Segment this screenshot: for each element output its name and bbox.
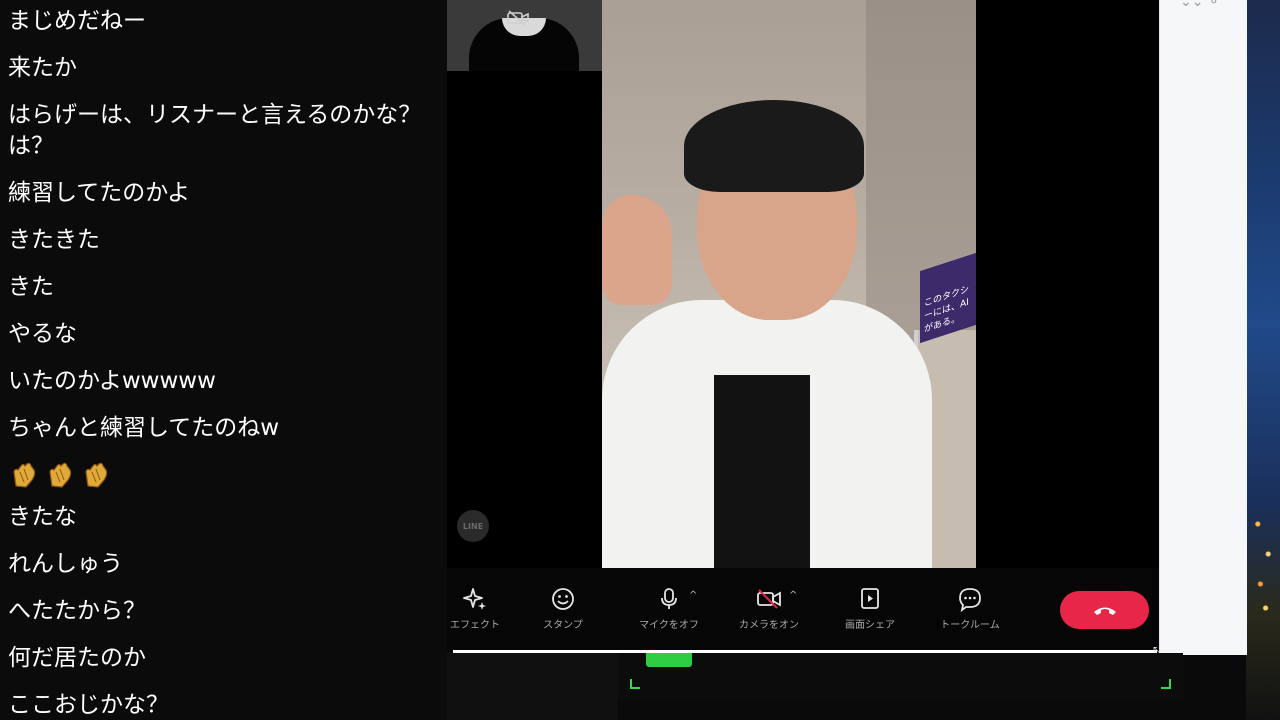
chat-message: いたのかよwwwww (8, 368, 216, 394)
camera-off-icon (757, 589, 781, 609)
camera-button[interactable]: ^ カメラをオン (729, 586, 809, 631)
chat-message: ここおじかな？ (8, 692, 169, 718)
person-shirt (714, 375, 810, 568)
screen-share-icon (861, 588, 879, 609)
stamp-label: スタンプ (543, 620, 583, 631)
self-preview[interactable] (447, 0, 605, 71)
camera-off-icon (507, 10, 529, 26)
person-hair (684, 100, 864, 192)
chat-panel: まじめだねー 来たか はらげーは、リスナーと言えるのかな？ は？ 練習してたのか… (0, 0, 447, 720)
chat-message: へたたから？ (8, 598, 146, 624)
stream-overlay-banner (618, 653, 1183, 700)
chat-message: 何だ居たのか (8, 645, 146, 671)
chat-message: きた (8, 274, 54, 300)
chat-message: きたな (8, 504, 77, 530)
remote-video: このタクシーには、AIがある。 (602, 0, 976, 568)
city-lights (1250, 500, 1276, 620)
chat-message: はらげーは、リスナーと言えるのかな？ は？ (8, 102, 422, 159)
frame-corner (1161, 679, 1171, 689)
clapping-hands-icon (82, 460, 112, 490)
chat-message: ちゃんと練習してたのねw (8, 415, 280, 441)
side-panel: ⌄⌄ ⚬ (1159, 0, 1247, 655)
screen-share-button[interactable]: 画面シェア (830, 586, 910, 631)
window-controls[interactable]: ⌄⌄ ⚬ (1180, 0, 1220, 10)
chat-message: まじめだねー (8, 8, 146, 34)
mic-label: マイクをオフ (639, 620, 699, 631)
smiley-icon (552, 588, 574, 610)
person-hand (602, 195, 672, 305)
chat-message: 来たか (8, 55, 77, 81)
background-strip (447, 653, 618, 720)
call-toolbar: エフェクト スタンプ ^ マイクをオフ ^ カメラをオン 画面シェア トークルー… (447, 568, 1159, 652)
talk-room-label: トークルーム (940, 620, 1000, 631)
clapping-hands-icon (10, 460, 40, 490)
talk-room-button[interactable]: トークルーム (930, 586, 1010, 631)
video-call-window: LINE このタクシーには、AIがある。 (447, 0, 1159, 568)
end-call-button[interactable] (1060, 591, 1149, 629)
effect-button[interactable]: エフェクト (435, 586, 515, 631)
screen-share-label: 画面シェア (845, 620, 895, 631)
chat-bubble-icon (959, 588, 981, 612)
stamp-button[interactable]: スタンプ (523, 586, 603, 631)
chat-message: やるな (8, 321, 77, 347)
hang-up-icon (1093, 607, 1116, 615)
microphone-icon (661, 588, 677, 609)
chat-message: れんしゅう (8, 551, 123, 577)
background-night-city (1246, 0, 1280, 720)
clapping-hands-icon (46, 460, 76, 490)
mic-options-caret[interactable]: ^ (689, 590, 697, 601)
mic-button[interactable]: ^ マイクをオフ (629, 586, 709, 631)
camera-label: カメラをオン (739, 620, 799, 631)
watermark-text: LINE (462, 521, 484, 531)
camera-options-caret[interactable]: ^ (789, 590, 797, 601)
chat-message-emoji (0, 454, 447, 496)
frame-corner (630, 679, 640, 689)
line-badge-icon (646, 653, 692, 667)
line-logo-icon: LINE (457, 510, 489, 542)
sparkle-icon (463, 588, 486, 610)
chat-message: きたきた (8, 227, 100, 253)
chat-message: 練習してたのかよ (8, 180, 191, 206)
effect-label: エフェクト (450, 620, 500, 631)
